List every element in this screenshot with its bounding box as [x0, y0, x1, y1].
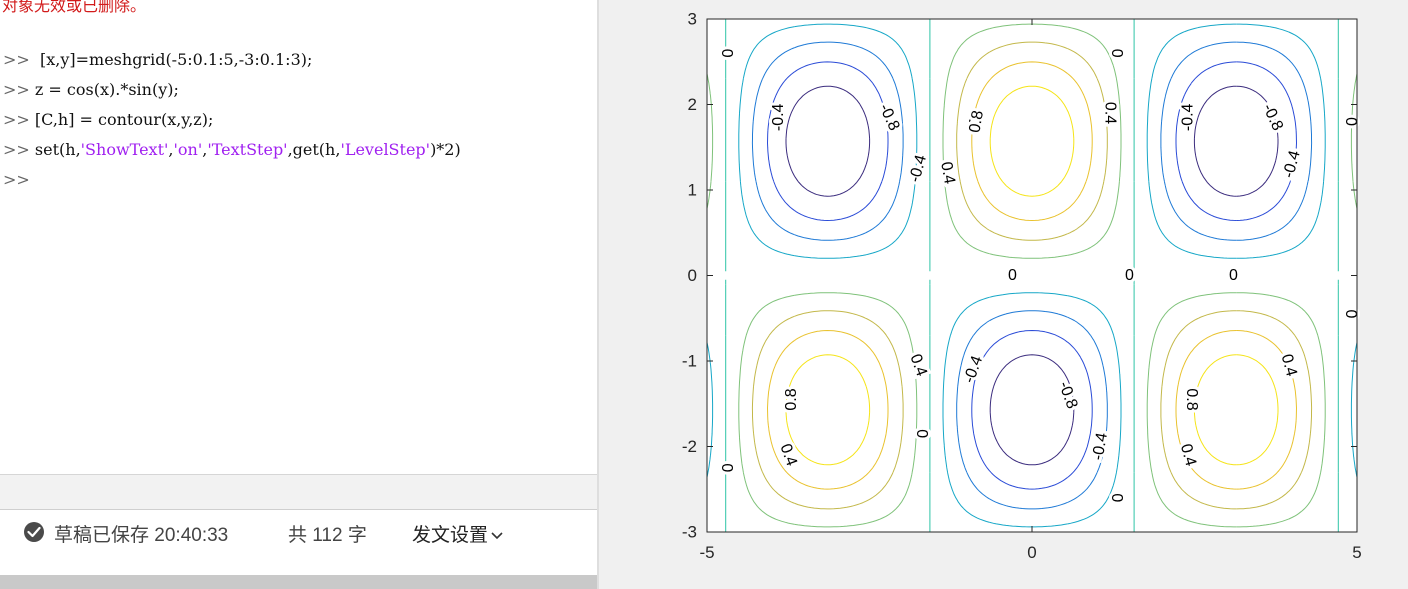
contour-label: -0.4	[770, 103, 787, 131]
prompt: >>	[3, 110, 30, 129]
contour-label: 0	[718, 49, 735, 58]
y-tick-label: 2	[688, 95, 697, 114]
horizontal-scrollbar[interactable]	[0, 575, 597, 589]
string-literal: 'TextStep'	[207, 140, 288, 159]
command-text: [x,y]=meshgrid(-5:0.1:5,-3:0.1:3);	[34, 50, 313, 69]
chevron-down-icon	[491, 532, 503, 540]
contour-label: 0	[1108, 493, 1125, 502]
contour-label: 0	[1229, 267, 1238, 284]
saved-status: 草稿已保存 20:40:33	[54, 525, 229, 546]
string-literal: 'on'	[173, 140, 203, 159]
axes-background	[707, 19, 1357, 532]
prompt: >>	[3, 140, 30, 159]
command-text: z = cos(x).*sin(y);	[34, 80, 179, 99]
command-line: >> [x,y]=meshgrid(-5:0.1:5,-3:0.1:3);	[3, 48, 312, 72]
figure-window: 0 0 -0.4 -0.4 -0.8 -0.8 -0.4 -0.4 0 0 0 0 0.4 0.4 0.8 0…	[599, 0, 1408, 589]
prompt: >>	[3, 50, 30, 69]
x-tick-label: -5	[699, 543, 714, 562]
publish-settings-button[interactable]: 发文设置	[412, 520, 504, 547]
contour-label: 0	[1342, 310, 1359, 319]
check-circle-icon	[24, 522, 44, 542]
contour-label: 0.4	[1102, 102, 1119, 124]
publish-settings-label: 发文设置	[412, 525, 489, 546]
contour-plot: 00-0.4-0.4 -0.8-0.8-0.4-0.400000.40.40.80…	[682, 10, 1362, 563]
y-tick-label: -2	[682, 437, 697, 456]
y-tick-label: 3	[688, 10, 697, 29]
command-line: >> [C,h] = contour(x,y,z);	[3, 108, 213, 132]
prompt: >>	[3, 170, 30, 189]
command-text: [C,h] = contour(x,y,z);	[34, 110, 214, 129]
command-line: >> set(h,'ShowText','on','TextStep',get(…	[3, 138, 461, 162]
y-tick-label: 1	[688, 181, 697, 200]
command-window[interactable]: 对象无效或已删除。 >> [x,y]=meshgrid(-5:0.1:5,-3:…	[0, 0, 597, 589]
contour-label: 0	[718, 463, 735, 472]
x-tick-label: 5	[1352, 543, 1361, 562]
code-token: )*2)	[430, 140, 461, 159]
contour-label: 0	[1342, 117, 1359, 126]
status-bar: 草稿已保存 20:40:33 共 112 字 发文设置	[0, 509, 597, 576]
contour-label: 0	[1108, 49, 1125, 58]
y-tick-label: -1	[682, 352, 697, 371]
prompt: >>	[3, 80, 30, 99]
word-count: 共 112 字	[288, 525, 367, 546]
error-message: 对象无效或已删除。	[2, 0, 147, 15]
contour-label: 0.8	[1183, 388, 1200, 410]
string-literal: 'ShowText'	[80, 140, 169, 159]
contour-label: 0	[1125, 267, 1134, 284]
x-tick-label: 0	[1027, 543, 1036, 562]
contour-label: -0.4	[1180, 103, 1197, 131]
contour-label: 0	[1008, 267, 1017, 284]
active-prompt-line[interactable]: >>	[3, 168, 30, 192]
code-token: set(h,	[34, 140, 81, 159]
code-token: ,get(h,	[287, 140, 341, 159]
y-tick-label: 0	[688, 266, 697, 285]
editor-footer	[0, 475, 597, 509]
string-literal: 'LevelStep'	[340, 140, 431, 159]
contour-label: 0	[913, 429, 930, 438]
contour-label: 0.8	[783, 388, 800, 410]
y-tick-label: -3	[682, 523, 697, 542]
command-line: >> z = cos(x).*sin(y);	[3, 78, 179, 102]
